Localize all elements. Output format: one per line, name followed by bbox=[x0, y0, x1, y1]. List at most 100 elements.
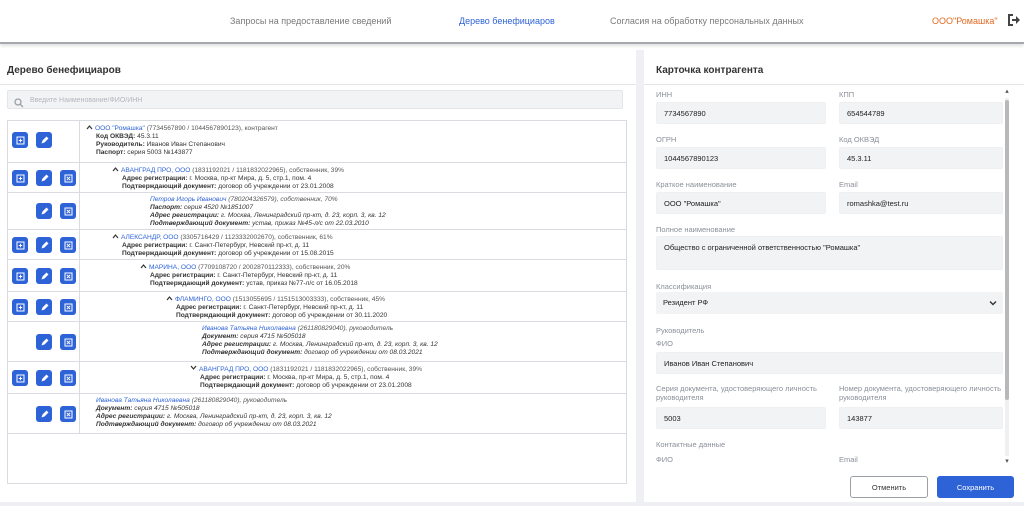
add-button[interactable] bbox=[12, 170, 28, 186]
tree-node-content[interactable]: ООО "Ромашка" (7734567890 / 104456789012… bbox=[86, 124, 278, 157]
edit-button[interactable] bbox=[36, 203, 52, 219]
fio-field[interactable]: Иванов Иван Степанович bbox=[656, 352, 1003, 374]
node-name[interactable]: МАРИНА, ООО bbox=[149, 264, 196, 271]
save-button[interactable]: Сохранить bbox=[937, 476, 1014, 498]
edit-button[interactable] bbox=[36, 299, 52, 315]
tree-panel: Дерево бенефициаров ООО "Ромашка" (77345… bbox=[0, 50, 636, 506]
full-name-field[interactable]: Общество с ограниченной ответственностью… bbox=[656, 236, 1003, 270]
counterparty-card: Карточка контрагента ИНН 7734567890 КПП … bbox=[644, 50, 1024, 506]
search-icon bbox=[14, 95, 24, 108]
row-actions bbox=[8, 322, 80, 361]
field-value: договор об учреждении от 23.01.2008 bbox=[216, 183, 334, 190]
tree-node-content[interactable]: ФЛАМИНГО, ООО (1513055695 / 115151300333… bbox=[166, 295, 387, 320]
classification-select[interactable]: Резидент РФ bbox=[656, 292, 1003, 314]
delete-button[interactable] bbox=[60, 334, 76, 350]
tree-node-content[interactable]: Иванова Татьяна Николаевна (261180829040… bbox=[202, 325, 438, 357]
row-actions bbox=[8, 163, 80, 192]
edit-button[interactable] bbox=[36, 132, 52, 148]
delete-button[interactable] bbox=[60, 370, 76, 386]
delete-button[interactable] bbox=[60, 268, 76, 284]
logout-icon[interactable] bbox=[1006, 13, 1020, 27]
node-name[interactable]: Иванова Татьяна Николаевна bbox=[202, 325, 296, 332]
add-button[interactable] bbox=[12, 268, 28, 284]
cancel-button[interactable]: Отменить bbox=[850, 476, 928, 498]
short-name-field[interactable]: ООО "Ромашка" bbox=[656, 192, 826, 214]
kpp-field[interactable]: 654544789 bbox=[839, 102, 1003, 124]
tree-row: Иванова Татьяна Николаевна (261180829040… bbox=[8, 394, 626, 434]
delete-button[interactable] bbox=[60, 406, 76, 422]
add-button[interactable] bbox=[12, 237, 28, 253]
doc-series-field[interactable]: 5003 bbox=[656, 407, 826, 429]
edit-button[interactable] bbox=[36, 268, 52, 284]
tree-node-content[interactable]: Петров Игорь Иванович (780204326579), со… bbox=[150, 196, 386, 228]
tab-consents[interactable]: Согласия на обработку персональных данны… bbox=[610, 16, 804, 26]
card-scrollbar[interactable]: ▴ ▾ bbox=[1002, 88, 1012, 466]
field-value: г. Санкт-Петербург, Невский пр-кт, д. 11 bbox=[241, 304, 364, 311]
contacts-section: Контактные данные bbox=[656, 440, 726, 449]
chevron-up-icon[interactable] bbox=[112, 233, 119, 239]
search-input[interactable] bbox=[30, 93, 610, 107]
scroll-down-icon[interactable]: ▾ bbox=[1003, 458, 1011, 466]
okved-field[interactable]: 45.3.11 bbox=[839, 147, 1003, 169]
field-value: 45.3.11 bbox=[135, 133, 159, 140]
delete-button[interactable] bbox=[60, 203, 76, 219]
edit-button[interactable] bbox=[36, 334, 52, 350]
bottom-strip bbox=[0, 502, 1024, 506]
node-name[interactable]: ФЛАМИНГО, ООО bbox=[175, 296, 231, 303]
field-key: Подтверждающий документ: bbox=[122, 250, 217, 257]
edit-button[interactable] bbox=[36, 370, 52, 386]
field-key: Адрес регистрации: bbox=[150, 212, 220, 219]
field-key: Подтверждающий документ: bbox=[200, 382, 295, 389]
tree-node-content[interactable]: АВАНГРАД ПРО, ООО (1831192021 / 11818320… bbox=[112, 166, 344, 191]
field-key: Адрес регистрации: bbox=[122, 175, 188, 182]
org-name[interactable]: ООО"Ромашка" bbox=[932, 16, 998, 26]
field-key: Код ОКВЭД: bbox=[96, 133, 136, 140]
node-name[interactable]: АВАНГРАД ПРО, ООО bbox=[121, 167, 190, 174]
field-value: серия 5003 №143877 bbox=[125, 149, 193, 156]
delete-button[interactable] bbox=[60, 237, 76, 253]
add-button[interactable] bbox=[12, 132, 28, 148]
kpp-label: КПП bbox=[839, 90, 855, 99]
chevron-up-icon[interactable] bbox=[112, 166, 119, 172]
tree-node-content[interactable]: МАРИНА, ООО (7709108720 / 2002870112333)… bbox=[140, 263, 358, 288]
tab-beneficiary-tree[interactable]: Дерево бенефициаров bbox=[459, 16, 555, 26]
edit-button[interactable] bbox=[36, 170, 52, 186]
chevron-up-icon[interactable] bbox=[86, 124, 93, 130]
panel-title: Дерево бенефициаров bbox=[7, 65, 121, 76]
email-field[interactable]: romashka@test.ru bbox=[839, 192, 1003, 214]
scroll-up-icon[interactable]: ▴ bbox=[1003, 88, 1011, 96]
field-key: Паспорт: bbox=[96, 149, 126, 156]
row-actions bbox=[8, 121, 80, 162]
field-key: Подтверждающий документ: bbox=[122, 183, 217, 190]
edit-button[interactable] bbox=[36, 406, 52, 422]
classification-label: Классификация bbox=[656, 282, 712, 291]
node-name[interactable]: АВАНГРАД ПРО, ООО bbox=[199, 366, 268, 373]
tree-row: ФЛАМИНГО, ООО (1513055695 / 115151300333… bbox=[8, 292, 626, 322]
tab-requests[interactable]: Запросы на предоставление сведений bbox=[230, 16, 391, 26]
chevron-up-icon[interactable] bbox=[140, 263, 147, 269]
ogrn-label: ОГРН bbox=[656, 135, 677, 144]
field-value: договор об учреждении от 08.03.2021 bbox=[196, 421, 317, 428]
inn-field[interactable]: 7734567890 bbox=[656, 102, 826, 124]
field-value: договор об учреждении от 08.03.2021 bbox=[302, 349, 423, 356]
scroll-thumb[interactable] bbox=[1005, 100, 1009, 400]
node-name[interactable]: Петров Игорь Иванович bbox=[150, 196, 226, 203]
tree-node-content[interactable]: АЛЕКСАНДР, ООО (3305716429 / 11233320026… bbox=[112, 233, 334, 258]
add-button[interactable] bbox=[12, 370, 28, 386]
node-name[interactable]: АЛЕКСАНДР, ООО bbox=[121, 234, 178, 241]
row-actions bbox=[8, 230, 80, 259]
add-button[interactable] bbox=[12, 299, 28, 315]
edit-button[interactable] bbox=[36, 237, 52, 253]
row-actions bbox=[8, 362, 80, 393]
ogrn-field[interactable]: 1044567890123 bbox=[656, 147, 826, 169]
search-box[interactable] bbox=[7, 90, 623, 109]
tree-node-content[interactable]: АВАНГРАД ПРО, ООО (1831192021 / 11818320… bbox=[190, 365, 422, 390]
delete-button[interactable] bbox=[60, 299, 76, 315]
chevron-up-icon[interactable] bbox=[166, 295, 173, 301]
tree-node-content[interactable]: Иванова Татьяна Николаевна (261180829040… bbox=[96, 397, 332, 429]
node-name[interactable]: ООО "Ромашка" bbox=[95, 125, 145, 132]
doc-number-field[interactable]: 143877 bbox=[839, 407, 1003, 429]
delete-button[interactable] bbox=[60, 170, 76, 186]
node-name[interactable]: Иванова Татьяна Николаевна bbox=[96, 397, 190, 404]
chevron-down-icon[interactable] bbox=[190, 365, 197, 371]
